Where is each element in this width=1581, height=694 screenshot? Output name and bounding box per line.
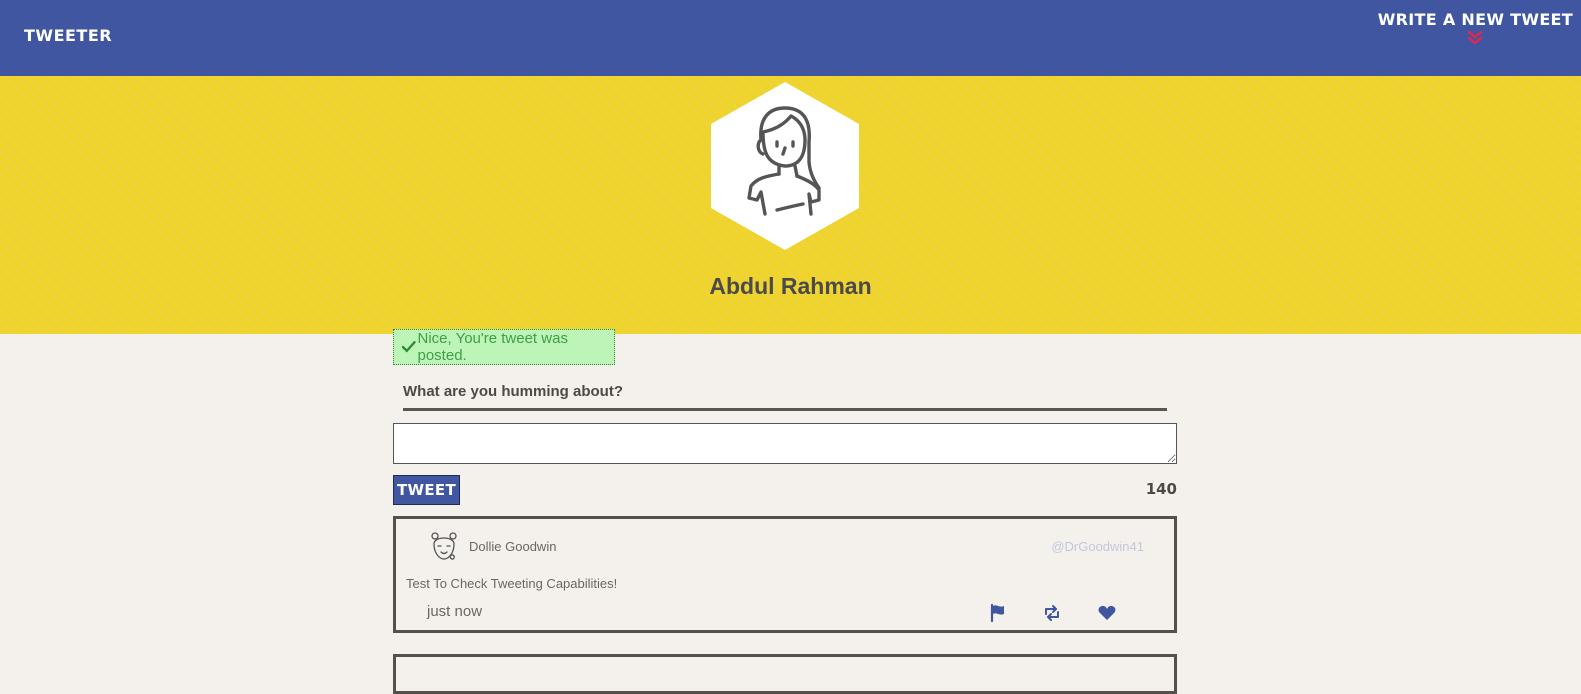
heart-icon[interactable] bbox=[1097, 603, 1117, 623]
retweet-icon[interactable] bbox=[1042, 603, 1062, 623]
success-message-text: Nice, You're tweet was posted. bbox=[417, 330, 568, 364]
profile-header: Abdul Rahman bbox=[0, 76, 1581, 334]
write-new-tweet-label[interactable]: Write a new tweet bbox=[1378, 10, 1573, 29]
tweet-author-name[interactable]: Dollie Goodwin bbox=[469, 539, 556, 554]
composer-prompt: What are you humming about? bbox=[403, 383, 1167, 411]
write-new-tweet-toggle[interactable]: Write a new tweet bbox=[1378, 10, 1573, 45]
navbar: Tweeter Write a new tweet bbox=[0, 0, 1581, 76]
flag-icon[interactable] bbox=[988, 603, 1008, 623]
tweet-timestamp: just now bbox=[427, 603, 483, 620]
profile-name: Abdul Rahman bbox=[709, 273, 872, 299]
tweet-textarea[interactable] bbox=[393, 423, 1177, 464]
tweet-card bbox=[393, 654, 1177, 694]
tweet-author-handle[interactable]: @DrGoodwin41 bbox=[1051, 539, 1144, 554]
double-chevron-down-icon[interactable] bbox=[1467, 31, 1483, 45]
tweet-card: Dollie Goodwin @DrGoodwin41 Test To Chec… bbox=[393, 516, 1177, 633]
checkmark-icon bbox=[402, 341, 416, 353]
character-counter: 140 bbox=[1145, 480, 1177, 498]
tweet-text: Test To Check Tweeting Capabilities! bbox=[406, 576, 618, 591]
tweet-author-avatar-icon bbox=[431, 532, 457, 560]
user-avatar-icon bbox=[711, 82, 859, 250]
tweet-submit-button[interactable]: Tweet bbox=[393, 475, 460, 505]
brand-logo[interactable]: Tweeter bbox=[24, 26, 112, 45]
success-message: Nice, You're tweet was posted. bbox=[393, 329, 615, 365]
